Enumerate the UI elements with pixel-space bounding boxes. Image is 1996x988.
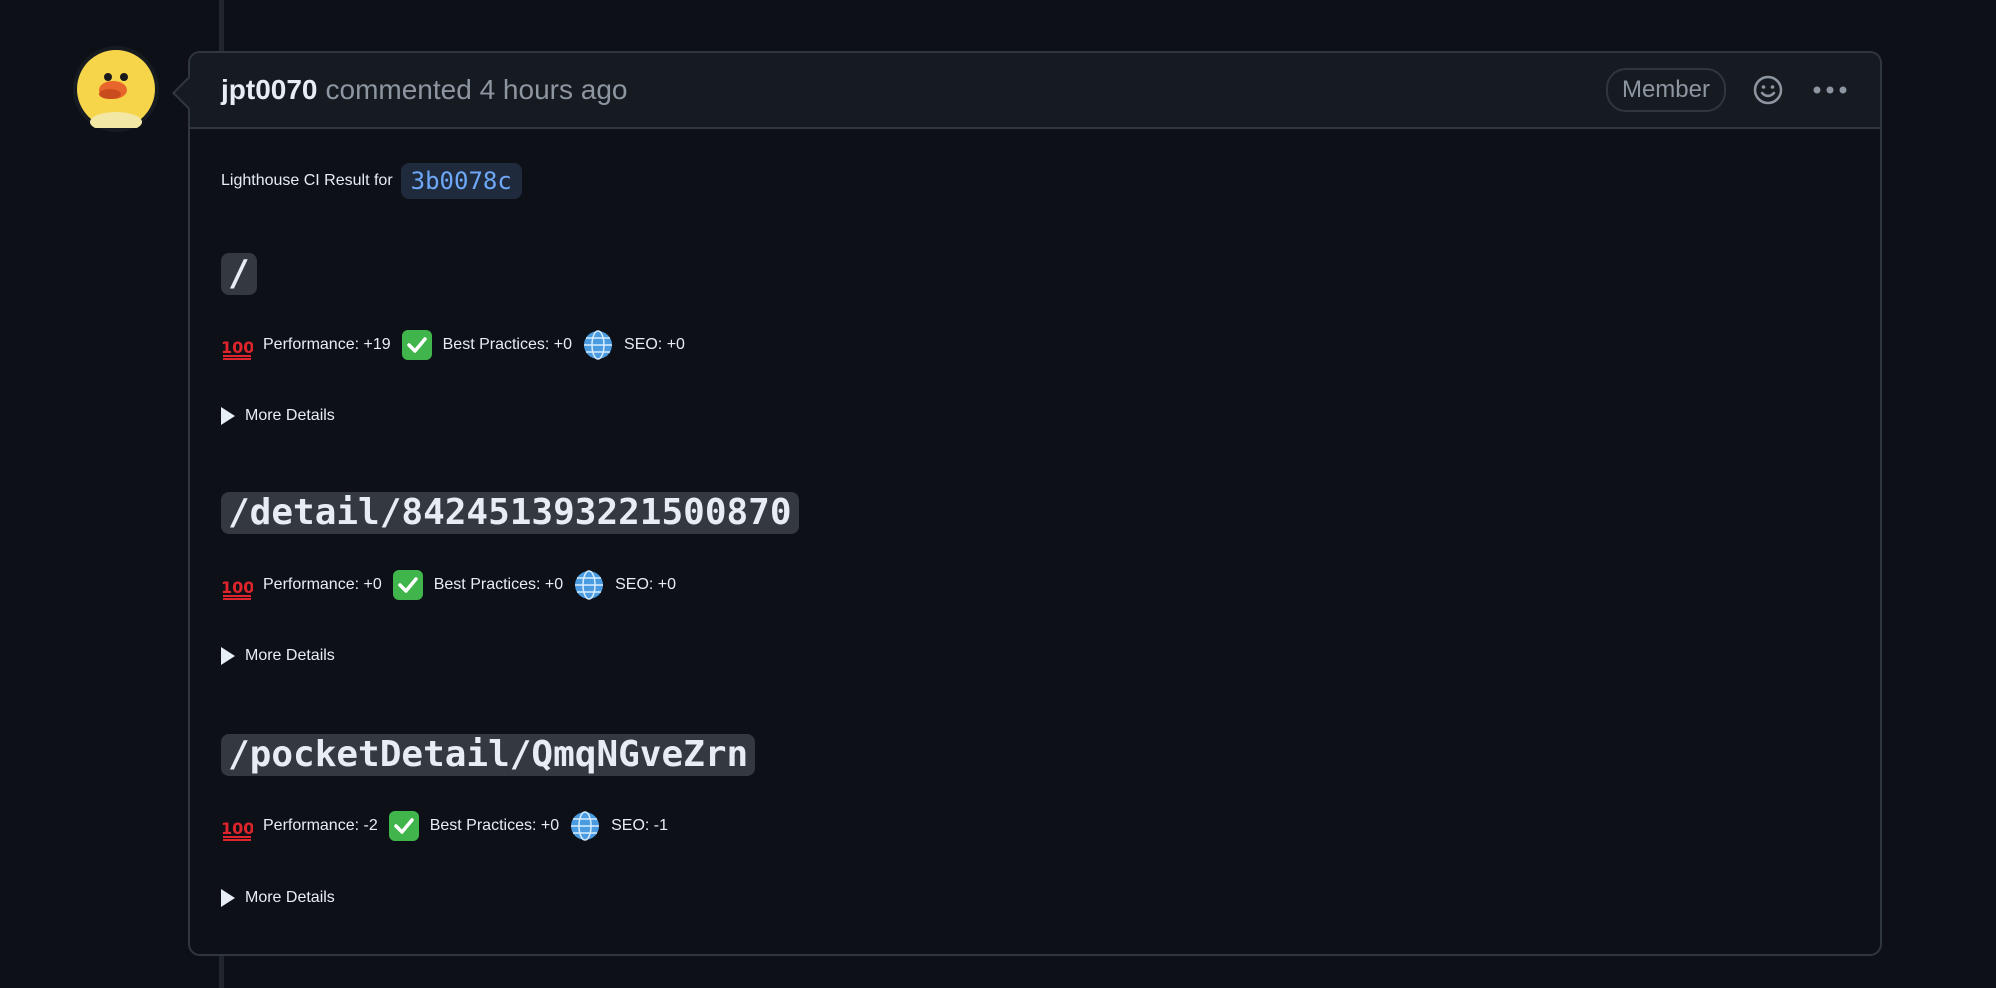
globe-icon [569, 810, 601, 842]
seo-score: SEO: -1 [611, 817, 669, 834]
timeline-page: jpt0070 commented 4 hours ago Member Lig… [0, 0, 1996, 988]
globe-icon [582, 329, 614, 361]
comment-card: jpt0070 commented 4 hours ago Member Lig… [172, 51, 1882, 956]
performance-score: Performance: +0 [263, 576, 382, 593]
route-path: /pocketDetail/QmqNGveZrn [221, 734, 756, 776]
svg-text:100: 100 [221, 819, 253, 838]
comment-menu-button[interactable] [1810, 70, 1850, 110]
more-details-toggle[interactable]: More Details [221, 647, 335, 665]
seo-score: SEO: +0 [624, 336, 685, 353]
performance-score: Performance: -2 [263, 817, 378, 834]
best-practices-score: Best Practices: +0 [442, 336, 573, 353]
more-details-label: More Details [245, 407, 335, 424]
add-reaction-button[interactable] [1748, 70, 1788, 110]
member-badge: Member [1605, 68, 1726, 112]
triangle-right-icon [221, 647, 235, 665]
best-practices-score: Best Practices: +0 [429, 817, 560, 834]
kebab-horizontal-icon [1813, 86, 1847, 94]
check-mark-button-icon [388, 810, 420, 842]
hundred-points-icon: 100 [221, 569, 253, 601]
triangle-right-icon [221, 407, 235, 425]
check-mark-button-icon [392, 569, 424, 601]
intro-text: Lighthouse CI Result for [221, 172, 393, 189]
more-details-label: More Details [245, 889, 335, 906]
hundred-points-icon: 100 [221, 329, 253, 361]
performance-score: Performance: +19 [263, 336, 391, 353]
commit-hash-link[interactable]: 3b0078c [400, 163, 522, 199]
globe-icon [573, 569, 605, 601]
route-scores: 100 Performance: +0 Best Practices: +0 S… [221, 569, 686, 601]
hundred-points-icon: 100 [221, 810, 253, 842]
route-scores: 100 Performance: +19 Best Practices: +0 … [221, 329, 695, 361]
route-path: / [221, 253, 257, 295]
author-link[interactable]: jpt0070 [221, 74, 318, 106]
more-details-label: More Details [245, 647, 335, 664]
comment-timestamp[interactable]: commented 4 hours ago [326, 74, 628, 106]
duck-avatar-icon [77, 50, 155, 128]
best-practices-score: Best Practices: +0 [433, 576, 564, 593]
comment-header: jpt0070 commented 4 hours ago Member [190, 53, 1880, 129]
intro-line: Lighthouse CI Result for 3b0078c [221, 163, 522, 199]
smiley-icon [1753, 75, 1783, 105]
more-details-toggle[interactable]: More Details [221, 889, 335, 907]
more-details-toggle[interactable]: More Details [221, 407, 335, 425]
route-scores: 100 Performance: -2 Best Practices: +0 S… [221, 810, 678, 842]
header-actions: Member [1605, 68, 1850, 112]
seo-score: SEO: +0 [615, 576, 677, 593]
triangle-right-icon [221, 889, 235, 907]
svg-text:100: 100 [221, 578, 253, 597]
avatar[interactable] [73, 46, 159, 132]
svg-text:100: 100 [221, 338, 253, 357]
route-path: /detail/842451393221500870 [221, 492, 799, 534]
check-mark-button-icon [401, 329, 433, 361]
